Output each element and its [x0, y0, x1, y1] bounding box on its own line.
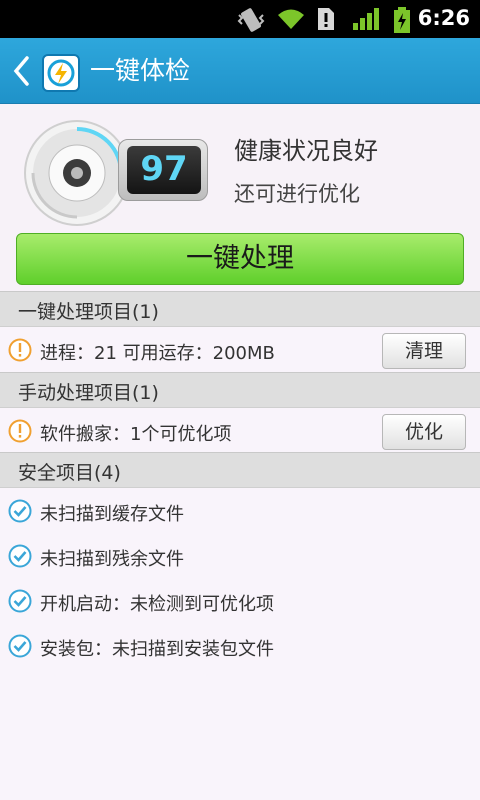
wifi-icon [278, 9, 304, 29]
section-header-manual: 手动处理项目(1) [0, 372, 480, 408]
battery-icon [394, 7, 410, 33]
health-status-title: 健康状况良好 [234, 137, 378, 165]
section-title: 手动处理项目(1) [18, 382, 159, 404]
score-value: 97 [140, 149, 188, 189]
notification-icon [318, 8, 334, 30]
list-item-label: 进程：21 可用运存：200MB [40, 343, 275, 364]
check-icon [8, 634, 32, 658]
clock: 6:26 [417, 6, 470, 30]
lightning-icon [42, 54, 80, 92]
check-icon [8, 544, 32, 568]
list-item-residual: 未扫描到残余文件 [0, 533, 480, 577]
list-item-label: 开机启动：未检测到可优化项 [40, 594, 274, 615]
score-panel: 97 健康状况良好 还可进行优化 [0, 104, 480, 232]
list-item-label: 软件搬家：1个可优化项 [40, 424, 232, 445]
info-icon [8, 419, 32, 443]
chevron-left-icon[interactable] [8, 52, 36, 90]
signal-icon [353, 8, 379, 30]
list-item-label: 未扫描到缓存文件 [40, 504, 184, 525]
list-item-label: 安装包：未扫描到安装包文件 [40, 639, 274, 660]
title-bar: 一键体检 [0, 38, 480, 104]
status-bar: 6:26 [0, 0, 480, 38]
check-icon [8, 589, 32, 613]
list-item-startup: 开机启动：未检测到可优化项 [0, 578, 480, 622]
list-item-app-move: 软件搬家：1个可优化项 优化 [0, 408, 480, 454]
score-display: 97 [118, 139, 208, 201]
check-icon [8, 499, 32, 523]
list-item-process: 进程：21 可用运存：200MB 清理 [0, 327, 480, 373]
one-click-fix-button[interactable]: 一键处理 [16, 233, 464, 285]
list-item-cache: 未扫描到缓存文件 [0, 488, 480, 532]
section-header-security: 安全项目(4) [0, 452, 480, 488]
page-title: 一键体检 [90, 56, 191, 85]
health-status-subtitle: 还可进行优化 [234, 182, 360, 206]
info-icon [8, 338, 32, 362]
section-title: 一键处理项目(1) [18, 301, 159, 323]
vibrate-icon [237, 8, 265, 32]
list-item-label: 未扫描到残余文件 [40, 549, 184, 570]
optimize-button[interactable]: 优化 [382, 414, 466, 450]
clean-button[interactable]: 清理 [382, 333, 466, 369]
section-title: 安全项目(4) [18, 462, 121, 484]
score-dial-icon [24, 120, 130, 226]
list-item-apk: 安装包：未扫描到安装包文件 [0, 623, 480, 667]
section-header-one-click: 一键处理项目(1) [0, 291, 480, 327]
